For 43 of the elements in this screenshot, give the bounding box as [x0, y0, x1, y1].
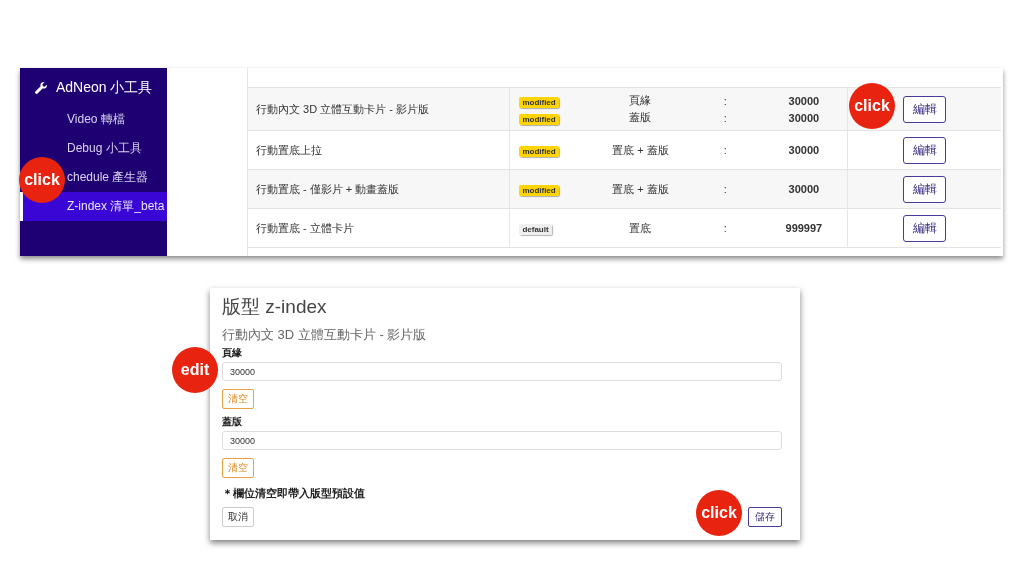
table-cell: 30000	[788, 111, 820, 124]
status-badge: modified	[519, 113, 559, 125]
table-cell: 頁緣	[629, 94, 652, 106]
save-button[interactable]: 儲存	[748, 507, 782, 527]
wrench-icon	[34, 81, 48, 95]
sidebar-item[interactable]: Debug 小工具	[67, 134, 167, 163]
edit-button[interactable]: 編輯	[903, 136, 947, 164]
table-cell: 30000	[788, 144, 820, 156]
table-cell: 999997	[785, 222, 823, 234]
dialog-subtitle: 行動內文 3D 立體互動卡片 - 影片版	[222, 326, 428, 344]
sidebar-title: AdNeon 小工具	[56, 79, 153, 97]
table-cell: 行動置底 - 僅影片 + 動畫蓋版	[256, 181, 400, 197]
input-field[interactable]: 30000	[222, 431, 782, 450]
table-cell: 行動置底上拉	[256, 142, 322, 158]
table-cell: 蓋版	[629, 111, 652, 123]
field-label: 頁緣	[222, 347, 243, 359]
cancel-button[interactable]: 取消	[222, 507, 254, 527]
edit-button[interactable]: 編輯	[903, 214, 947, 242]
status-badge: default	[519, 224, 552, 235]
annotation-badge: edit	[172, 347, 218, 393]
table-cell: :	[723, 183, 727, 195]
table-cell: 行動內文 3D 立體互動卡片 - 影片版	[256, 101, 429, 117]
table-cell: 置底	[629, 221, 652, 234]
dialog-title: 版型 z-index	[222, 295, 328, 319]
table-cell: 置底 + 蓋版	[612, 182, 669, 195]
status-badge: modified	[519, 185, 559, 196]
table-cell: :	[723, 94, 727, 107]
note-text: ＊欄位清空即帶入版型預設值	[222, 486, 366, 501]
table-cell: :	[723, 144, 727, 156]
table-cell: 行動置底 - 立體卡片	[256, 220, 354, 236]
input-field[interactable]: 30000	[222, 362, 782, 381]
edit-button[interactable]: 編輯	[903, 175, 947, 203]
edit-button[interactable]: 編輯	[903, 95, 947, 123]
table-cell: 30000	[788, 183, 820, 195]
sidebar-item[interactable]: Video 轉檔	[67, 105, 167, 134]
table-cell: 置底 + 蓋版	[612, 143, 669, 156]
table-cell: :	[723, 222, 727, 234]
field-label: 蓋版	[222, 416, 243, 428]
status-badge: modified	[519, 146, 559, 157]
table-cell: 30000	[788, 94, 820, 107]
status-badge: modified	[519, 96, 559, 108]
table-cell: :	[723, 111, 727, 124]
sidebar-item[interactable]: chedule 產生器	[67, 163, 167, 192]
